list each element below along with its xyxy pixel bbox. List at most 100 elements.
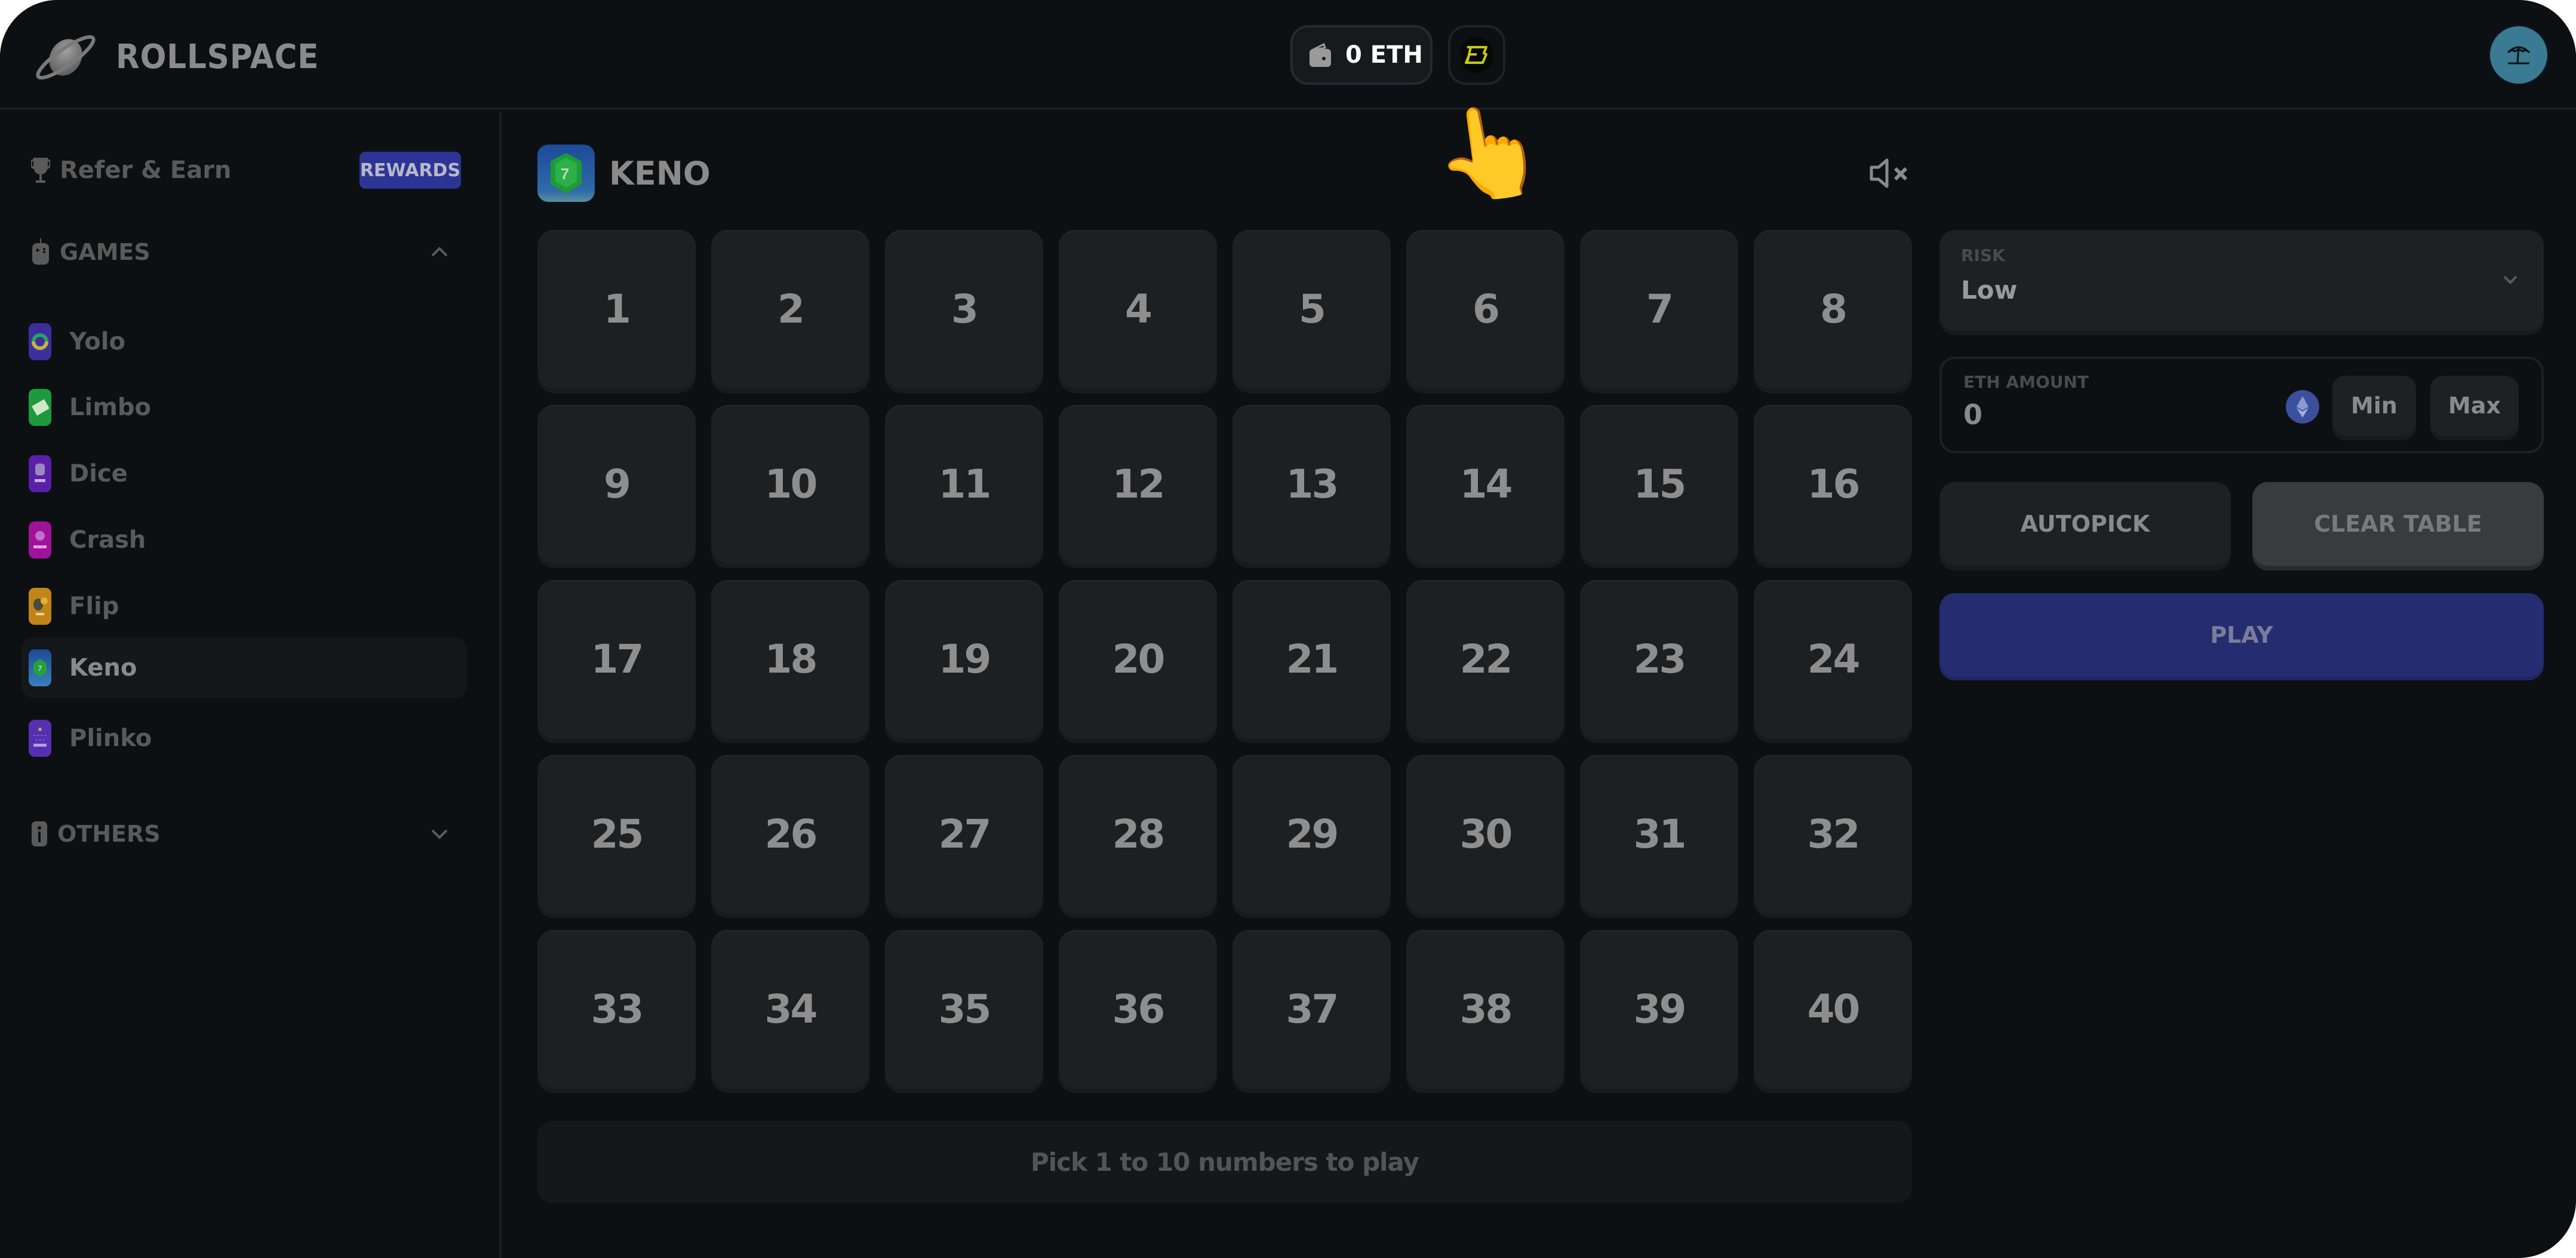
plinko-game-icon [29,720,51,757]
game-label: Flip [69,593,119,620]
pointing-hand-cursor: 👆 [1427,94,1551,210]
wallet-balance: 0 ETH [1345,41,1423,69]
play-button[interactable]: PLAY [1939,593,2544,677]
keno-tile[interactable]: 25 [537,755,696,913]
game-label: Yolo [69,328,125,355]
others-section-label: OTHERS [57,821,161,847]
keno-tile[interactable]: 3 [885,230,1043,388]
keno-tile[interactable]: 2 [711,230,869,388]
risk-select[interactable]: RISK Low [1939,230,2544,330]
game-title: KENO [609,154,711,192]
page-title: 7 KENO [537,145,711,202]
keno-tile[interactable]: 6 [1406,230,1564,388]
top-bar: ROLLSPACE 0 ETH [0,0,2576,110]
sidebar: Refer & Earn REWARDS GAMES Yolo Limbo Di… [0,112,502,1258]
clear-table-button[interactable]: CLEAR TABLE [2252,482,2544,566]
keno-tile[interactable]: 18 [711,580,869,738]
keno-tile[interactable]: 38 [1406,930,1564,1088]
keno-tile[interactable]: 28 [1059,755,1217,913]
keno-tile[interactable]: 31 [1580,755,1738,913]
game-label: Plinko [69,725,152,752]
user-avatar[interactable] [2490,26,2547,84]
keno-tile[interactable]: 5 [1232,230,1391,388]
ethereum-icon [2286,390,2319,424]
crash-game-icon [29,521,51,559]
sidebar-item-crash[interactable]: Crash [21,510,467,570]
keno-game-icon: 7 [537,145,595,202]
keno-tile[interactable]: 19 [885,580,1043,738]
keno-tile[interactable]: 12 [1059,405,1217,563]
min-button[interactable]: Min [2332,376,2416,435]
keno-tile[interactable]: 27 [885,755,1043,913]
gamepad-icon [32,238,49,265]
games-section-label: GAMES [60,239,150,265]
eth-amount-label: ETH AMOUNT [1963,372,2089,392]
keno-tile[interactable]: 9 [537,405,696,563]
keno-tile[interactable]: 4 [1059,230,1217,388]
sidebar-item-keno[interactable]: 7 Keno [21,638,467,698]
eth-amount-input[interactable] [1963,398,2262,431]
eth-amount-field: ETH AMOUNT Min Max [1939,357,2544,453]
keno-tile[interactable]: 29 [1232,755,1391,913]
trophy-icon [31,158,50,183]
blast-logo-icon [1465,46,1487,64]
keno-tile[interactable]: 11 [885,405,1043,563]
keno-tile[interactable]: 7 [1580,230,1738,388]
keno-tile[interactable]: 30 [1406,755,1564,913]
keno-tile[interactable]: 17 [537,580,696,738]
dice-game-icon [29,455,51,492]
keno-tile[interactable]: 34 [711,930,869,1088]
keno-tile[interactable]: 24 [1754,580,1912,738]
planet-logo-icon [36,35,96,80]
max-button[interactable]: Max [2430,376,2519,435]
game-label: Dice [69,460,128,487]
info-icon [32,821,47,846]
sidebar-item-flip[interactable]: Flip [21,576,467,636]
refer-label: Refer & Earn [60,157,232,184]
brand-logo[interactable]: ROLLSPACE [31,30,337,84]
sidebar-item-limbo[interactable]: Limbo [21,378,467,437]
sidebar-item-plinko[interactable]: Plinko [21,708,467,768]
keno-tile[interactable]: 14 [1406,405,1564,563]
others-section-toggle[interactable]: OTHERS [31,816,461,852]
sound-muted-icon[interactable] [1869,157,1912,190]
games-section-toggle[interactable]: GAMES [31,234,461,270]
keno-tile[interactable]: 15 [1580,405,1738,563]
chevron-down-icon [431,829,448,839]
keno-tile[interactable]: 26 [711,755,869,913]
keno-tile[interactable]: 20 [1059,580,1217,738]
game-label: Limbo [69,394,151,421]
flip-game-icon [29,588,51,625]
refer-and-earn-link[interactable]: Refer & Earn REWARDS [31,152,461,189]
wallet-icon [1309,42,1331,67]
blast-button[interactable] [1448,25,1505,85]
game-label: Keno [69,654,137,682]
sidebar-item-dice[interactable]: Dice [21,444,467,504]
keno-tile[interactable]: 23 [1580,580,1738,738]
keno-game-icon: 7 [29,649,51,686]
chevron-down-icon [2503,275,2517,284]
keno-tile[interactable]: 32 [1754,755,1912,913]
keno-tile[interactable]: 39 [1580,930,1738,1088]
yolo-game-icon [29,323,51,360]
keno-tile[interactable]: 35 [885,930,1043,1088]
limbo-game-icon [29,389,51,426]
keno-tile[interactable]: 22 [1406,580,1564,738]
keno-tile[interactable]: 37 [1232,930,1391,1088]
keno-tile[interactable]: 10 [711,405,869,563]
keno-tile[interactable]: 33 [537,930,696,1088]
keno-tile[interactable]: 13 [1232,405,1391,563]
sidebar-item-yolo[interactable]: Yolo [21,312,467,372]
wallet-balance-button[interactable]: 0 ETH [1290,25,1433,85]
beach-umbrella-icon [2507,46,2531,65]
autopick-button[interactable]: AUTOPICK [1939,482,2231,566]
keno-tile[interactable]: 1 [537,230,696,388]
svg-text:7: 7 [38,664,42,673]
keno-tile[interactable]: 40 [1754,930,1912,1088]
keno-tile[interactable]: 36 [1059,930,1217,1088]
rewards-badge[interactable]: REWARDS [359,152,461,189]
keno-tile[interactable]: 8 [1754,230,1912,388]
keno-tile[interactable]: 21 [1232,580,1391,738]
keno-tile[interactable]: 16 [1754,405,1912,563]
app-window: ROLLSPACE 0 ETH Refer & Earn REWARDS GAM… [0,0,2576,1258]
